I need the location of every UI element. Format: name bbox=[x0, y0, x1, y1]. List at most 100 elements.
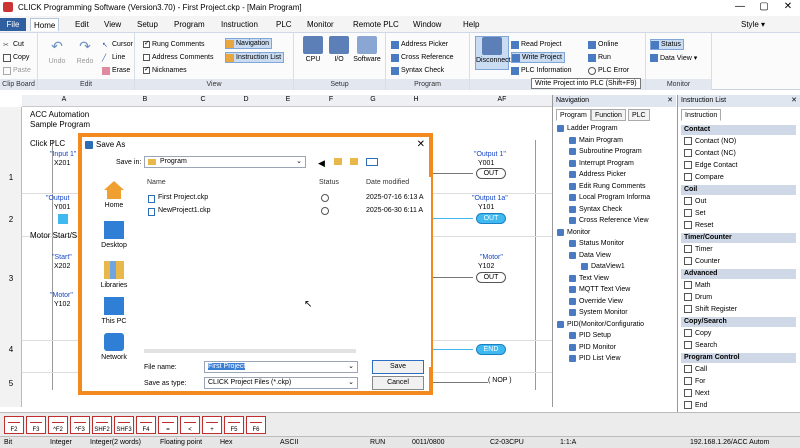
instruction-section-header[interactable]: Copy/Search bbox=[681, 317, 796, 327]
nav-tree-item[interactable]: System Monitor bbox=[569, 309, 628, 316]
name-column-header[interactable]: Name bbox=[147, 179, 166, 186]
nop-coil[interactable]: ( NOP ) bbox=[488, 377, 512, 384]
write-project-button[interactable]: Write Project bbox=[511, 52, 565, 63]
cursor-button[interactable]: ↖ Cursor bbox=[102, 39, 133, 50]
nav-tree-item[interactable]: PID Setup bbox=[569, 332, 611, 339]
nav-tree-item[interactable]: Address Picker bbox=[569, 171, 626, 178]
nav-tree-item[interactable]: Syntax Check bbox=[569, 205, 622, 213]
nav-tree-item[interactable]: MQTT Text View bbox=[569, 286, 630, 293]
up-folder-icon[interactable] bbox=[334, 158, 342, 165]
dialog-close-button[interactable]: ✕ bbox=[417, 137, 425, 153]
plc-information-button[interactable]: PLC Information bbox=[511, 65, 572, 76]
nav-tree-item[interactable]: Status Monitor bbox=[569, 240, 624, 247]
view-menu-icon[interactable] bbox=[366, 158, 378, 166]
menu-window[interactable]: Window bbox=[410, 18, 444, 31]
nav-tree-item[interactable]: Main Program bbox=[569, 136, 623, 144]
new-folder-icon[interactable] bbox=[350, 158, 358, 165]
instruction-item[interactable]: Counter bbox=[684, 257, 720, 265]
nav-tree-item[interactable]: Interrupt Program bbox=[569, 159, 634, 167]
paste-button[interactable]: Paste bbox=[3, 65, 31, 76]
instruction-item[interactable]: Next bbox=[684, 389, 709, 397]
nav-tree-item[interactable]: Cross Reference View bbox=[569, 217, 649, 224]
nav-tree-item[interactable]: Edit Rung Comments bbox=[569, 182, 646, 190]
save-as-type-dropdown[interactable]: CLICK Project Files (*.ckp) ⌄ bbox=[204, 377, 358, 389]
cut-button[interactable]: ✂ Cut bbox=[3, 39, 24, 50]
out-coil-energized[interactable]: OUT bbox=[476, 213, 506, 224]
menu-home[interactable]: Home bbox=[30, 18, 60, 31]
menu-remote-plc[interactable]: Remote PLC bbox=[350, 18, 402, 31]
instruction-item[interactable]: For bbox=[684, 377, 706, 385]
navigation-toggle[interactable]: Navigation bbox=[225, 38, 273, 49]
tab-instruction[interactable]: Instruction bbox=[681, 109, 722, 121]
plc-error-button[interactable]: PLC Error bbox=[588, 65, 629, 76]
undo-button[interactable]: ↶ Undo bbox=[42, 38, 72, 65]
copy-button[interactable]: Copy bbox=[3, 52, 29, 63]
status-button[interactable]: Status bbox=[650, 39, 684, 50]
nav-tree-item[interactable]: PID List View bbox=[569, 355, 621, 362]
function-key-button[interactable]: F4 bbox=[136, 416, 156, 434]
close-icon[interactable]: ✕ bbox=[791, 95, 797, 107]
cross-reference-button[interactable]: Cross Reference bbox=[391, 52, 454, 63]
nav-tree-item[interactable]: Data View bbox=[569, 251, 611, 259]
nav-tree-item[interactable]: Local Program Informa bbox=[569, 194, 650, 201]
function-key-button[interactable]: SHF3 bbox=[114, 416, 134, 434]
nav-tree-item[interactable]: PID(Monitor/Configuratio bbox=[557, 320, 644, 328]
nicknames-checkbox[interactable]: Nicknames bbox=[143, 65, 187, 76]
data-view-button[interactable]: Data View ▾ bbox=[650, 52, 697, 63]
menu-program[interactable]: Program bbox=[171, 18, 208, 31]
function-key-button[interactable]: = bbox=[158, 416, 178, 434]
function-key-button[interactable]: ^F3 bbox=[70, 416, 90, 434]
rung-comments-checkbox[interactable]: Rung Comments bbox=[143, 39, 205, 50]
function-key-button[interactable]: F6 bbox=[246, 416, 266, 434]
instruction-item[interactable]: Edge Contact bbox=[684, 161, 737, 169]
style-dropdown[interactable]: Style ▾ bbox=[738, 18, 768, 31]
menu-file[interactable]: File bbox=[0, 18, 26, 31]
instruction-item[interactable]: Compare bbox=[684, 173, 724, 181]
file-row[interactable]: First Project.ckp bbox=[148, 194, 208, 203]
minimize-button[interactable]: — bbox=[728, 0, 752, 14]
nav-desktop[interactable]: Desktop bbox=[94, 221, 134, 249]
instruction-item[interactable]: Math bbox=[684, 281, 711, 289]
tab-program[interactable]: Program bbox=[556, 109, 591, 121]
file-list[interactable]: Name Status Date modified First Project.… bbox=[144, 177, 431, 367]
instruction-item[interactable]: Reset bbox=[684, 221, 713, 229]
menu-edit[interactable]: Edit bbox=[72, 18, 92, 31]
nav-network[interactable]: Network bbox=[94, 333, 134, 361]
close-icon[interactable]: ✕ bbox=[667, 95, 673, 107]
instruction-item[interactable]: Timer bbox=[684, 245, 713, 253]
date-column-header[interactable]: Date modified bbox=[366, 179, 409, 186]
nav-tree-item[interactable]: DataView1 bbox=[581, 263, 625, 270]
function-key-button[interactable]: SHF2 bbox=[92, 416, 112, 434]
address-comments-checkbox[interactable]: Address Comments bbox=[143, 52, 213, 63]
instruction-item[interactable]: Out bbox=[684, 197, 706, 205]
menu-setup[interactable]: Setup bbox=[134, 18, 161, 31]
instruction-item[interactable]: Set bbox=[684, 209, 706, 217]
out-coil[interactable]: OUT bbox=[476, 272, 506, 283]
syntax-check-button[interactable]: Syntax Check bbox=[391, 65, 444, 76]
nav-libraries[interactable]: Libraries bbox=[94, 261, 134, 289]
tab-function[interactable]: Function bbox=[591, 109, 626, 121]
function-key-button[interactable]: F3 bbox=[26, 416, 46, 434]
software-button[interactable]: Software bbox=[350, 36, 384, 63]
read-project-button[interactable]: Read Project bbox=[511, 39, 561, 50]
instruction-section-header[interactable]: Advanced bbox=[681, 269, 796, 279]
instruction-item[interactable]: Contact (NO) bbox=[684, 137, 736, 145]
erase-button[interactable]: Erase bbox=[102, 65, 130, 76]
disconnect-button[interactable]: Disconnect bbox=[475, 36, 511, 70]
save-in-dropdown[interactable]: Program ⌄ bbox=[144, 156, 306, 168]
function-key-button[interactable]: F2 bbox=[4, 416, 24, 434]
nav-tree-item[interactable]: PID Monitor bbox=[569, 343, 616, 351]
function-key-button[interactable]: F5 bbox=[224, 416, 244, 434]
nav-tree-item[interactable]: Text View bbox=[569, 274, 609, 282]
cancel-button[interactable]: Cancel bbox=[372, 376, 424, 390]
instruction-section-header[interactable]: Coil bbox=[681, 185, 796, 195]
file-name-input[interactable]: First Project ⌄ bbox=[204, 361, 358, 373]
instruction-item[interactable]: End bbox=[684, 401, 707, 409]
menu-view[interactable]: View bbox=[101, 18, 124, 31]
tab-plc[interactable]: PLC bbox=[628, 109, 650, 121]
function-key-button[interactable]: + bbox=[202, 416, 222, 434]
instruction-section-header[interactable]: Program Control bbox=[681, 353, 796, 363]
instruction-item[interactable]: Search bbox=[684, 341, 717, 349]
instruction-section-header[interactable]: Timer/Counter bbox=[681, 233, 796, 243]
instruction-item[interactable]: Contact (NC) bbox=[684, 149, 736, 157]
